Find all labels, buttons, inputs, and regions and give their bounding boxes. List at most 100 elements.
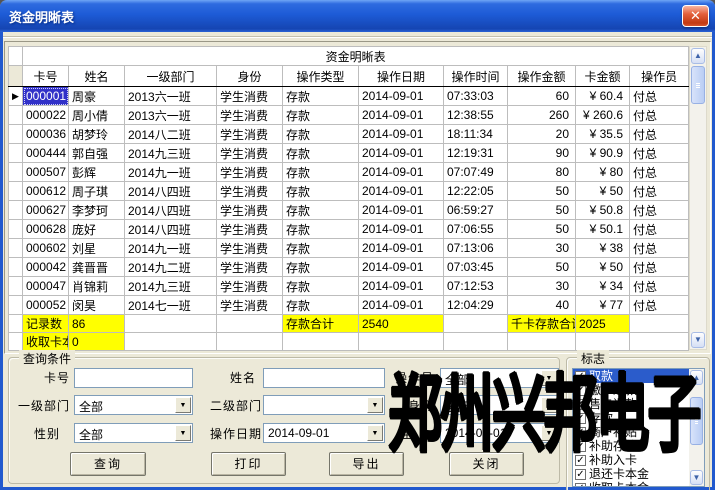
grid-vertical-scrollbar[interactable]: ▲ ▼ [689, 46, 707, 350]
table-cell[interactable]: 000042 [23, 258, 69, 277]
table-cell[interactable]: 付总 [630, 163, 689, 182]
print-button[interactable]: 打印 [211, 452, 286, 476]
table-cell[interactable]: 学生消费 [217, 182, 283, 201]
table-cell[interactable]: 学生消费 [217, 163, 283, 182]
table-cell[interactable]: 000036 [23, 125, 69, 144]
table-cell[interactable]: 付总 [630, 125, 689, 144]
table-cell[interactable]: 2014-09-01 [359, 296, 444, 315]
chevron-down-icon[interactable]: ▼ [367, 397, 383, 413]
table-cell[interactable]: 12:19:31 [444, 144, 508, 163]
table-cell[interactable]: 存款 [283, 220, 359, 239]
table-cell[interactable]: 07:13:06 [444, 239, 508, 258]
table-cell[interactable]: 学生消费 [217, 258, 283, 277]
table-cell[interactable]: 07:33:03 [444, 87, 508, 106]
table-cell[interactable]: 000052 [23, 296, 69, 315]
table-cell[interactable]: 000022 [23, 106, 69, 125]
table-cell[interactable]: 40 [508, 296, 576, 315]
query-button[interactable]: 查询 [70, 452, 146, 476]
table-cell[interactable]: 学生消费 [217, 201, 283, 220]
table-cell[interactable]: 50 [508, 258, 576, 277]
table-cell[interactable]: 付总 [630, 144, 689, 163]
table-cell[interactable]: 2014-09-01 [359, 201, 444, 220]
table-cell[interactable]: 周小倩 [69, 106, 125, 125]
table-cell[interactable]: 12:22:05 [444, 182, 508, 201]
table-cell[interactable]: 学生消费 [217, 277, 283, 296]
table-cell[interactable]: 30 [508, 239, 576, 258]
table-cell[interactable]: 付总 [630, 106, 689, 125]
table-cell[interactable]: 000047 [23, 277, 69, 296]
table-cell[interactable]: 付总 [630, 277, 689, 296]
table-cell[interactable]: 80 [508, 163, 576, 182]
table-cell[interactable]: 000628 [23, 220, 69, 239]
table-cell[interactable]: 存款 [283, 258, 359, 277]
table-cell[interactable]: 存款 [283, 239, 359, 258]
table-cell[interactable]: 学生消费 [217, 144, 283, 163]
table-cell[interactable]: 付总 [630, 220, 689, 239]
table-cell[interactable]: 存款 [283, 163, 359, 182]
table-cell[interactable]: 存款 [283, 182, 359, 201]
flag-item[interactable]: ✓退还卡本金 [573, 467, 704, 481]
table-cell[interactable]: ¥ 77 [576, 296, 630, 315]
table-cell[interactable]: 06:59:27 [444, 201, 508, 220]
table-cell[interactable]: 2014九一班 [125, 239, 217, 258]
table-cell[interactable]: 闵昊 [69, 296, 125, 315]
table-cell[interactable]: 付总 [630, 258, 689, 277]
table-cell[interactable]: 周子琪 [69, 182, 125, 201]
table-cell[interactable]: 2014九二班 [125, 258, 217, 277]
table-cell[interactable]: 12:38:55 [444, 106, 508, 125]
op-date-select[interactable]: 2014-09-01 ▼ [263, 423, 385, 443]
table-cell[interactable]: 07:07:49 [444, 163, 508, 182]
scroll-down-icon[interactable]: ▼ [691, 332, 705, 348]
table-cell[interactable]: 存款 [283, 125, 359, 144]
table-cell[interactable]: 2014-09-01 [359, 277, 444, 296]
table-cell[interactable]: 2014-09-01 [359, 258, 444, 277]
table-cell[interactable]: ¥ 35.5 [576, 125, 630, 144]
table-cell[interactable]: ¥ 90.9 [576, 144, 630, 163]
table-cell[interactable]: 2014-09-01 [359, 163, 444, 182]
table-cell[interactable]: ¥ 34 [576, 277, 630, 296]
close-button[interactable]: ✕ [682, 5, 709, 27]
table-cell[interactable]: 庞好 [69, 220, 125, 239]
table-cell[interactable]: 龚晋晋 [69, 258, 125, 277]
table-cell[interactable]: 2014九三班 [125, 144, 217, 163]
table-cell[interactable]: 260 [508, 106, 576, 125]
chevron-down-icon[interactable]: ▼ [175, 425, 191, 441]
table-cell[interactable]: 存款 [283, 296, 359, 315]
table-cell[interactable]: 000612 [23, 182, 69, 201]
dept1-select[interactable]: 全部 ▼ [74, 395, 193, 415]
table-cell[interactable]: 20 [508, 125, 576, 144]
table-cell[interactable]: ¥ 38 [576, 239, 630, 258]
table-cell[interactable]: ¥ 260.6 [576, 106, 630, 125]
flag-item[interactable]: ✓收取卡本金 [573, 481, 704, 487]
table-cell[interactable]: 2014八四班 [125, 220, 217, 239]
checkbox-icon[interactable]: ✓ [575, 469, 586, 480]
table-cell[interactable]: 50 [508, 201, 576, 220]
table-cell[interactable]: ¥ 80 [576, 163, 630, 182]
table-cell[interactable]: 2014-09-01 [359, 182, 444, 201]
table-cell[interactable]: 2013六一班 [125, 87, 217, 106]
table-cell[interactable]: 000444 [23, 144, 69, 163]
table-cell[interactable]: 胡梦玲 [69, 125, 125, 144]
table-cell[interactable]: 000627 [23, 201, 69, 220]
table-cell[interactable]: 50 [508, 182, 576, 201]
table-cell[interactable]: 2014-09-01 [359, 220, 444, 239]
chevron-down-icon[interactable]: ▼ [175, 397, 191, 413]
table-cell[interactable]: 刘星 [69, 239, 125, 258]
table-cell[interactable]: 07:06:55 [444, 220, 508, 239]
table-cell[interactable]: 30 [508, 277, 576, 296]
table-cell[interactable]: 付总 [630, 201, 689, 220]
table-cell[interactable]: 周豪 [69, 87, 125, 106]
table-cell[interactable]: ¥ 60.4 [576, 87, 630, 106]
table-cell[interactable]: 2013六一班 [125, 106, 217, 125]
table-cell[interactable]: 存款 [283, 87, 359, 106]
table-cell[interactable]: 李梦珂 [69, 201, 125, 220]
table-cell[interactable]: 学生消费 [217, 106, 283, 125]
checkbox-icon[interactable]: ✓ [575, 483, 586, 488]
table-cell[interactable]: 60 [508, 87, 576, 106]
table-cell[interactable]: 07:03:45 [444, 258, 508, 277]
table-cell[interactable]: 郭自强 [69, 144, 125, 163]
table-cell[interactable]: 付总 [630, 182, 689, 201]
table-cell[interactable]: 2014八四班 [125, 201, 217, 220]
table-cell[interactable]: 2014-09-01 [359, 144, 444, 163]
table-cell[interactable]: 12:04:29 [444, 296, 508, 315]
